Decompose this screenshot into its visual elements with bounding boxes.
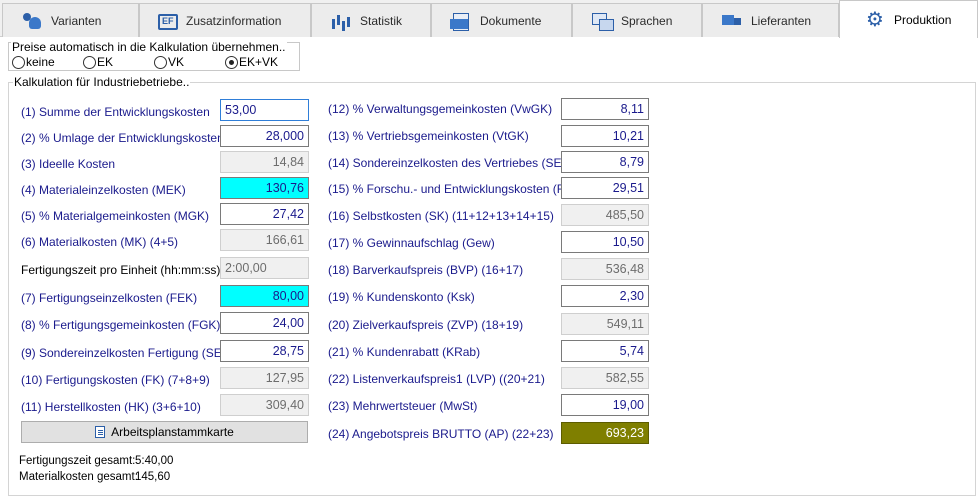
label-listenverkaufspreis: (22) Listenverkaufspreis1 (LVP) ((20+21)	[328, 372, 545, 386]
summary-fertigungszeit-label: Fertigungszeit gesamt:	[19, 455, 136, 467]
field-selbstkosten: 485,50	[561, 204, 649, 226]
tab-dokumente[interactable]: Dokumente	[431, 3, 572, 37]
summary-materialkosten-value: 145,60	[135, 471, 171, 483]
gears-icon: ⚙	[866, 8, 884, 31]
radio-circle[interactable]	[12, 55, 25, 69]
field-materialeinzelkosten[interactable]: 130,76	[220, 177, 309, 199]
label-vertriebsgemeinkosten: (13) % Vertriebsgemeinkosten (VtGK)	[328, 129, 529, 143]
documents-icon	[450, 11, 472, 31]
label-selbstkosten: (16) Selbstkosten (SK) (11+12+13+14+15)	[328, 209, 554, 223]
radio-keine[interactable]: keine	[12, 55, 55, 69]
label-fertigungskosten: (10) Fertigungskosten (FK) (7+8+9)	[21, 373, 210, 387]
arbeitsplanstammkarte-button[interactable]: Arbeitsplanstammkarte	[21, 421, 308, 443]
field-kundenskonto[interactable]: 2,30	[561, 285, 649, 307]
label-fertigungseinzelkosten: (7) Fertigungseinzelkosten (FEK)	[21, 291, 198, 305]
info-card-icon	[158, 13, 178, 30]
tab-lieferanten[interactable]: Lieferanten	[702, 3, 839, 37]
tab-label: Varianten	[51, 13, 102, 28]
radio-label: EK+VK	[239, 55, 279, 69]
summary-fertigungszeit-value: 5:40,00	[135, 455, 174, 467]
radio-circle[interactable]	[83, 55, 96, 69]
field-ideelle-kosten: 14,84	[220, 151, 309, 173]
label-materialgemeinkosten: (5) % Materialgemeinkosten (MGK)	[21, 209, 210, 223]
bar-chart-icon	[330, 11, 352, 31]
field-sondereinzelkosten-vertrieb[interactable]: 8,79	[561, 151, 649, 173]
arbeitsplanstammkarte-button-label: Arbeitsplanstammkarte	[111, 425, 234, 439]
label-kundenskonto: (19) % Kundenskonto (Ksk)	[328, 290, 475, 304]
field-zielverkaufspreis: 549,11	[561, 313, 649, 335]
tab-label: Dokumente	[480, 13, 542, 28]
field-kundenrabatt[interactable]: 5,74	[561, 340, 649, 362]
label-kundenrabatt: (21) % Kundenrabatt (KRab)	[328, 345, 481, 359]
label-sondereinzelkosten-vertrieb: (14) Sondereinzelkosten des Vertriebes (…	[328, 156, 577, 170]
radio-ek-vk[interactable]: EK+VK	[225, 55, 278, 69]
languages-icon	[591, 11, 614, 31]
label-mehrwertsteuer: (23) Mehrwertsteuer (MwSt)	[328, 399, 478, 413]
field-verwaltungsgemeinkosten[interactable]: 8,11	[561, 98, 649, 120]
price-auto-group-title: Preise automatisch in die Kalkulation üb…	[11, 40, 287, 54]
field-forschung-entwicklung[interactable]: 29,51	[561, 177, 649, 199]
label-angebotspreis-brutto: (24) Angebotspreis BRUTTO (AP) (22+23)	[328, 427, 554, 441]
tab-label: Sprachen	[621, 13, 673, 28]
field-mehrwertsteuer[interactable]: 19,00	[561, 394, 649, 416]
field-gewinnaufschlag[interactable]: 10,50	[561, 231, 649, 253]
radio-label: keine	[26, 55, 55, 69]
label-summe-entwicklungskosten: (1) Summe der Entwicklungskosten	[21, 105, 210, 119]
field-barverkaufspreis: 536,48	[561, 258, 649, 280]
field-vertriebsgemeinkosten[interactable]: 10,21	[561, 125, 649, 147]
calculation-group-title: Kalkulation für Industriebetriebe..	[13, 75, 191, 89]
label-herstellkosten: (11) Herstellkosten (HK) (3+6+10)	[21, 400, 201, 414]
tab-label: Produktion	[894, 12, 952, 27]
users-icon	[21, 11, 43, 31]
label-gewinnaufschlag: (17) % Gewinnaufschlag (Gew)	[328, 236, 495, 250]
label-forschung-entwicklung: (15) % Forschu.- und Entwicklungskosten …	[328, 182, 587, 196]
label-fertigungsgemeinkosten: (8) % Fertigungsgemeinkosten (FGK)	[21, 318, 221, 332]
label-ideelle-kosten: (3) Ideelle Kosten	[21, 157, 116, 171]
field-fertigungsgemeinkosten[interactable]: 24,00	[220, 312, 309, 334]
field-fertigungseinzelkosten[interactable]: 80,00	[220, 285, 309, 307]
summary-materialkosten-label: Materialkosten gesamt:	[19, 471, 138, 483]
radio-vk[interactable]: VK	[154, 55, 184, 69]
radio-ek[interactable]: EK	[83, 55, 113, 69]
tab-label: Zusatzinformation	[186, 13, 282, 28]
label-barverkaufspreis: (18) Barverkaufspreis (BVP) (16+17)	[328, 263, 524, 277]
tab-statistik[interactable]: Statistik	[311, 3, 431, 37]
tab-sprachen[interactable]: Sprachen	[572, 3, 702, 37]
label-verwaltungsgemeinkosten: (12) % Verwaltungsgemeinkosten (VwGK)	[328, 102, 553, 116]
field-fertigungskosten: 127,95	[220, 367, 309, 389]
label-materialeinzelkosten: (4) Materialeinzelkosten (MEK)	[21, 183, 186, 197]
tab-label: Statistik	[360, 13, 403, 28]
tab-label: Lieferanten	[751, 13, 812, 28]
label-zielverkaufspreis: (20) Zielverkaufspreis (ZVP) (18+19)	[328, 318, 524, 332]
field-materialgemeinkosten[interactable]: 27,42	[220, 203, 309, 225]
tab-produktion[interactable]: ⚙ Produktion	[839, 0, 978, 38]
truck-icon	[721, 11, 743, 31]
document-icon	[95, 426, 106, 438]
field-materialkosten: 166,61	[220, 229, 309, 251]
price-auto-group: Preise automatisch in die Kalkulation üb…	[8, 40, 300, 71]
tab-zusatzinformation[interactable]: Zusatzinformation	[139, 3, 311, 37]
field-listenverkaufspreis: 582,55	[561, 367, 649, 389]
label-fertigungszeit-pro-einheit: Fertigungszeit pro Einheit (hh:mm:ss):	[21, 263, 224, 277]
radio-circle[interactable]	[154, 55, 167, 69]
field-sondereinzelkosten-fertigung[interactable]: 28,75	[220, 340, 309, 362]
tab-bar: Varianten Zusatzinformation Statistik Do…	[0, 0, 978, 38]
label-materialkosten: (6) Materialkosten (MK) (4+5)	[21, 235, 179, 249]
radio-label: VK	[168, 55, 185, 69]
field-umlage-entwicklungskosten[interactable]: 28,000	[220, 125, 309, 147]
label-sondereinzelkosten-fertigung: (9) Sondereinzelkosten Fertigung (SEF)	[21, 346, 234, 360]
label-umlage-entwicklungskosten: (2) % Umlage der Entwicklungskosten	[21, 131, 224, 145]
field-fertigungszeit-pro-einheit: 2:00,00	[220, 257, 309, 279]
field-herstellkosten: 309,40	[220, 394, 309, 416]
field-angebotspreis-brutto: 693,23	[561, 422, 649, 444]
field-summe-entwicklungskosten[interactable]: 53,00	[220, 99, 309, 121]
tab-varianten[interactable]: Varianten	[2, 3, 139, 37]
radio-label: EK	[97, 55, 114, 69]
radio-circle-selected[interactable]	[225, 55, 238, 69]
